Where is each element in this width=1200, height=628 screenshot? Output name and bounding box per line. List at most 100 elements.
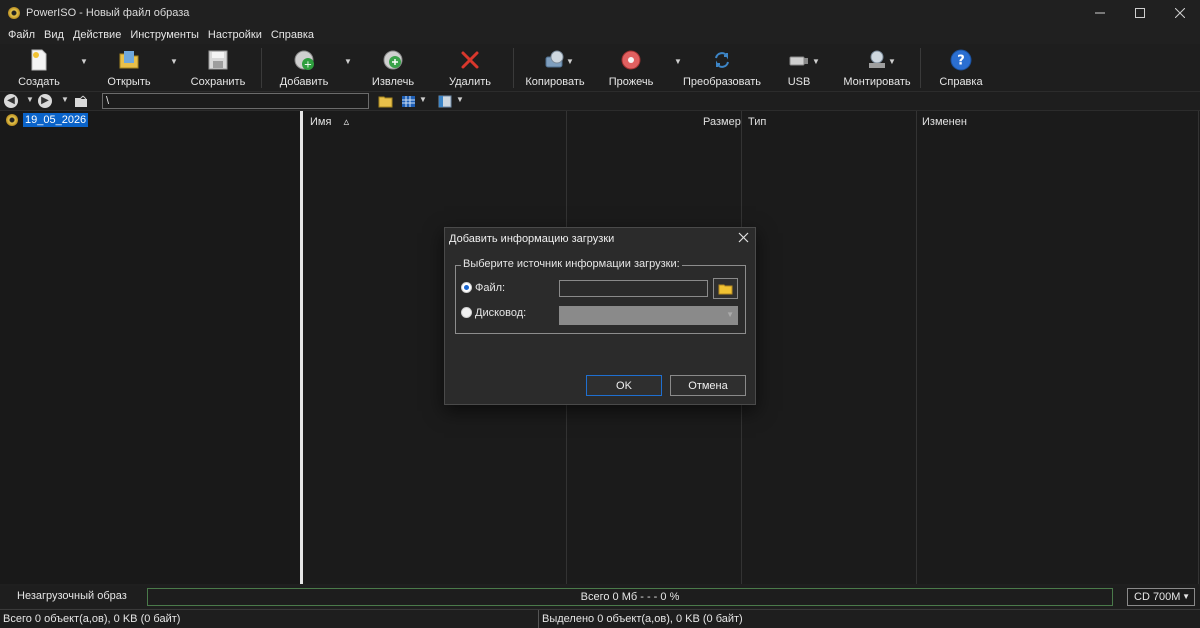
column-size-header[interactable]: Размер	[703, 111, 741, 133]
save-button[interactable]: Сохранить	[190, 46, 246, 90]
file-radio-label[interactable]: Файл:	[475, 282, 505, 294]
burn-button[interactable]: Прожечь	[606, 46, 656, 90]
new-document-icon	[28, 49, 50, 71]
folder-tree: 19_05_2026	[0, 111, 300, 584]
mount-drive-icon	[866, 49, 888, 71]
usb-button[interactable]: USB	[780, 46, 818, 90]
column-divider[interactable]	[916, 111, 917, 584]
add-label: Добавить	[279, 76, 329, 88]
window-title: PowerISO - Новый файл образа	[26, 7, 190, 19]
add-dropdown-arrow[interactable]: ▼	[344, 57, 352, 66]
open-folder-icon	[118, 49, 140, 71]
dialog-close-button[interactable]	[738, 230, 749, 246]
status-bar-image: Незагрузочный образ Всего 0 Мб - - - 0 %…	[0, 586, 1200, 608]
drive-radio[interactable]	[461, 307, 472, 318]
usb-drive-icon	[788, 49, 810, 71]
help-label: Справка	[939, 76, 983, 88]
back-arrow-icon: ◀	[7, 95, 15, 106]
menu-action[interactable]: Действие	[69, 26, 125, 44]
copy-dropdown-arrow[interactable]: ▼	[566, 57, 574, 66]
usb-dropdown-arrow[interactable]: ▼	[812, 57, 820, 66]
copy-button[interactable]: Копировать	[524, 46, 586, 90]
menu-help[interactable]: Справка	[267, 26, 318, 44]
menu-view[interactable]: Вид	[40, 26, 68, 44]
convert-button[interactable]: Преобразовать	[683, 46, 761, 90]
help-icon: ?	[950, 49, 972, 71]
chevron-down-icon: ▼	[1182, 592, 1190, 601]
convert-arrows-icon	[711, 49, 733, 71]
back-dropdown-arrow[interactable]: ▼	[26, 95, 34, 104]
copy-label: Копировать	[525, 76, 585, 88]
disc-image-icon	[6, 114, 18, 126]
toolbar-separator	[920, 48, 921, 88]
burn-label: Прожечь	[608, 76, 654, 88]
column-name-header[interactable]: Имя ▵	[310, 111, 349, 133]
objects-selected-text: Выделено 0 объект(а,ов), 0 KB (0 байт)	[542, 613, 743, 625]
tree-root-label: 19_05_2026	[23, 113, 89, 127]
svg-text:?: ?	[957, 54, 965, 69]
floppy-disk-icon	[207, 49, 229, 71]
delete-label: Удалить	[449, 76, 491, 88]
browse-file-button[interactable]	[713, 278, 738, 299]
create-label: Создать	[18, 76, 60, 88]
drive-select[interactable]: ▼	[559, 306, 738, 325]
maximize-button[interactable]	[1120, 0, 1160, 26]
column-type-header[interactable]: Тип	[748, 111, 766, 133]
open-button[interactable]: Открыть	[104, 46, 154, 90]
capacity-progress-bar: Всего 0 Мб - - - 0 %	[147, 588, 1113, 606]
minimize-button[interactable]	[1080, 0, 1120, 26]
delete-icon	[459, 49, 481, 71]
toolbar-separator	[513, 48, 514, 88]
close-window-button[interactable]	[1160, 0, 1200, 26]
create-dropdown-arrow[interactable]: ▼	[80, 57, 88, 66]
sort-ascending-icon: ▵	[343, 116, 350, 128]
media-size-select[interactable]: CD 700M ▼	[1127, 588, 1195, 606]
menu-tools[interactable]: Инструменты	[126, 26, 203, 44]
menu-settings[interactable]: Настройки	[204, 26, 266, 44]
menu-file[interactable]: Файл	[4, 26, 39, 44]
add-button[interactable]: + Добавить	[278, 46, 330, 90]
close-icon	[738, 232, 749, 243]
toolbar-separator	[261, 48, 262, 88]
up-folder-icon[interactable]	[74, 94, 89, 108]
column-modified-header[interactable]: Изменен	[922, 111, 967, 133]
add-files-icon: +	[293, 49, 315, 71]
mount-button[interactable]: Монтировать	[843, 46, 911, 90]
open-dropdown-arrow[interactable]: ▼	[170, 57, 178, 66]
details-view-icon[interactable]	[438, 94, 453, 108]
help-button[interactable]: ? Справка	[938, 46, 984, 90]
status-bar-objects: Всего 0 объект(а,ов), 0 KB (0 байт) Выде…	[0, 609, 1200, 628]
boot-file-input[interactable]	[559, 280, 708, 297]
cancel-button[interactable]: Отмена	[670, 375, 746, 396]
column-divider	[1198, 111, 1199, 584]
path-input[interactable]	[102, 93, 369, 109]
dialog-title: Добавить информацию загрузки	[449, 233, 615, 245]
file-radio[interactable]	[461, 282, 472, 293]
open-label: Открыть	[107, 76, 151, 88]
add-boot-info-dialog: Добавить информацию загрузки Выберите ис…	[444, 227, 756, 405]
view-dropdown-arrow[interactable]: ▼	[419, 95, 427, 104]
mount-dropdown-arrow[interactable]: ▼	[888, 57, 896, 66]
objects-total-text: Всего 0 объект(а,ов), 0 KB (0 байт)	[3, 613, 181, 625]
create-button[interactable]: Создать	[16, 46, 62, 90]
folder-view-icon[interactable]	[378, 94, 393, 108]
mount-label: Монтировать	[843, 76, 911, 88]
burn-dropdown-arrow[interactable]: ▼	[674, 57, 682, 66]
ok-button[interactable]: OK	[586, 375, 662, 396]
back-button[interactable]: ◀	[4, 94, 18, 108]
forward-button[interactable]: ▶	[38, 94, 52, 108]
layout-dropdown-arrow[interactable]: ▼	[456, 95, 464, 104]
maximize-icon	[1135, 8, 1145, 18]
extract-icon	[382, 49, 404, 71]
toolbar: Создать ▼ Открыть ▼ Сохранить + Добавить…	[0, 44, 1200, 92]
tree-root-node[interactable]: 19_05_2026	[6, 113, 89, 127]
drive-radio-label[interactable]: Дисковод:	[475, 307, 526, 319]
chevron-down-icon: ▼	[726, 310, 734, 319]
forward-arrow-icon: ▶	[41, 95, 49, 106]
grid-view-icon[interactable]	[401, 94, 416, 108]
extract-button[interactable]: Извлечь	[370, 46, 416, 90]
delete-button[interactable]: Удалить	[448, 46, 492, 90]
save-label: Сохранить	[190, 76, 246, 88]
extract-label: Извлечь	[371, 76, 415, 88]
forward-dropdown-arrow[interactable]: ▼	[61, 95, 69, 104]
